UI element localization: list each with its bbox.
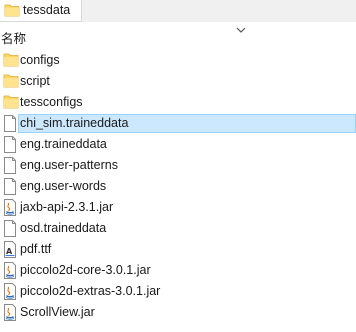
list-item[interactable]: configs [0,50,356,71]
folder-icon [3,73,19,90]
list-item[interactable]: eng.traineddata [0,134,356,155]
list-item[interactable]: osd.traineddata [0,218,356,239]
file-name-label: jaxb-api-2.3.1.jar [20,200,114,214]
tab-bar: tessdata [0,0,356,22]
list-item[interactable]: eng.user-patterns [0,155,356,176]
font-file-icon: A [3,241,17,258]
list-item[interactable]: Apdf.ttf [0,239,356,260]
svg-text:A: A [6,247,13,256]
column-header-row: 名称 [0,26,356,46]
list-item[interactable]: tessconfigs [0,92,356,113]
tab-label: tessdata [23,3,71,17]
folder-icon [3,94,19,111]
chevron-down-icon[interactable] [236,23,246,37]
file-name-label: piccolo2d-core-3.0.1.jar [20,263,151,277]
folder-icon [4,3,20,20]
list-item[interactable]: script [0,71,356,92]
file-icon [3,157,17,174]
file-icon [3,115,17,132]
list-item[interactable]: jaxb-api-2.3.1.jar [0,197,356,218]
file-name-label: eng.user-words [20,179,107,193]
file-name-label: pdf.ttf [20,242,52,256]
tab-tessdata[interactable]: tessdata [0,0,82,22]
list-item[interactable]: piccolo2d-extras-3.0.1.jar [0,281,356,302]
file-name-label: osd.traineddata [20,221,107,235]
list-item[interactable]: eng.user-words [0,176,356,197]
file-name-label: eng.user-patterns [20,158,118,172]
jar-file-icon [3,199,17,216]
file-name-label: configs [20,53,60,67]
folder-icon [3,52,19,69]
list-item[interactable]: chi_sim.traineddata [0,113,356,134]
file-icon [3,178,17,195]
jar-file-icon [3,262,17,279]
file-icon [3,220,17,237]
file-name-label: script [20,74,50,88]
file-name-label: ScrollView.jar [20,305,95,319]
list-item[interactable]: piccolo2d-core-3.0.1.jar [0,260,356,281]
file-name-label: piccolo2d-extras-3.0.1.jar [20,284,161,298]
file-icon [3,136,17,153]
file-name-label: eng.traineddata [20,137,107,151]
list-item[interactable]: ScrollView.jar [0,302,356,323]
jar-file-icon [3,304,17,321]
file-name-label: tessconfigs [20,95,83,109]
jar-file-icon [3,283,17,300]
file-name-label: chi_sim.traineddata [20,116,129,130]
name-column-header[interactable]: 名称 [1,28,26,47]
